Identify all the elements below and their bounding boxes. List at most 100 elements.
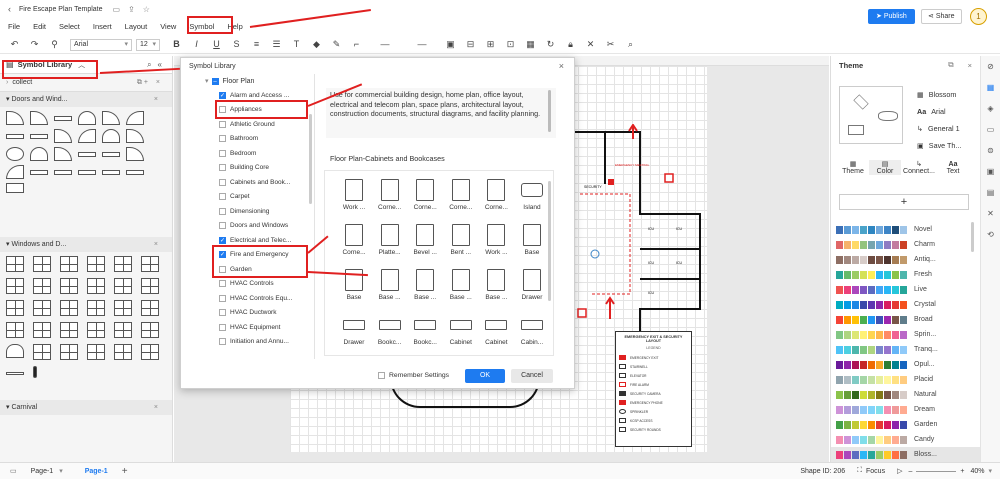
popout-icon[interactable]: ⧉ (948, 60, 953, 70)
window-shape[interactable] (114, 322, 132, 338)
color-palette[interactable]: Tranq... (831, 342, 981, 357)
ok-button[interactable]: OK (465, 369, 505, 383)
focus-icon[interactable]: ⛶ (857, 467, 862, 475)
door-shape[interactable] (102, 111, 120, 125)
category-item[interactable]: Building Core (181, 161, 314, 176)
window-shape[interactable] (141, 278, 159, 294)
table-icon[interactable]: ▤ (981, 182, 1000, 203)
tab-color[interactable]: ▤ Color (869, 160, 901, 175)
line-weight-icon[interactable]: — (409, 40, 435, 49)
window-shape[interactable] (87, 344, 105, 360)
format-painter-icon[interactable]: ⚲ (50, 40, 59, 49)
delete-icon[interactable]: ✕ (586, 40, 595, 49)
category-item[interactable]: Bedroom (181, 146, 314, 161)
checkbox[interactable] (378, 372, 385, 379)
door-shape[interactable] (78, 111, 96, 125)
category-item[interactable]: Bathroom (181, 132, 314, 147)
shape-item[interactable]: Drawer (515, 269, 549, 307)
shape-item[interactable]: Work ... (337, 179, 371, 217)
window-shape[interactable] (33, 256, 51, 272)
color-palette[interactable]: Garden (831, 417, 981, 432)
theme-option[interactable]: ▣ Save Th... (917, 137, 961, 154)
history-icon[interactable]: ⟲ (981, 224, 1000, 245)
door-shape[interactable] (30, 147, 48, 161)
color-palette[interactable]: Fresh (831, 267, 981, 282)
category-item[interactable]: Cabinets and Book... (181, 175, 314, 190)
door-shape[interactable] (126, 129, 144, 143)
data-icon[interactable]: ⊜ (981, 140, 1000, 161)
door-shape[interactable] (126, 111, 144, 125)
menu-edit[interactable]: Edit (33, 22, 46, 31)
shape-item[interactable]: Bevel ... (408, 224, 442, 262)
chevron-down-icon[interactable]: ▾ (59, 467, 63, 475)
color-palette[interactable]: Antiq... (831, 252, 981, 267)
section-carnival[interactable]: ▾ Carnival × (0, 400, 172, 415)
play-icon[interactable]: ▷ (897, 467, 902, 475)
window-shape[interactable] (87, 256, 105, 272)
window-shape[interactable] (87, 278, 105, 294)
export-icon[interactable]: ⇪ (128, 5, 135, 14)
window-shape[interactable] (87, 300, 105, 316)
arrange-icon[interactable]: ▣ (446, 40, 455, 49)
section-doors-windows[interactable]: ▾ Doors and Wind... × (0, 92, 172, 107)
document-title[interactable]: Fire Escape Plan Template (19, 6, 103, 13)
page-tab-active[interactable]: Page-1 (85, 468, 108, 475)
shape-item[interactable]: Cabin... (515, 314, 549, 352)
window-shape[interactable] (60, 322, 78, 338)
remember-settings[interactable]: Remember Settings (378, 372, 449, 379)
bold-icon[interactable]: B (172, 40, 181, 49)
connect-icon[interactable]: ✕ (981, 203, 1000, 224)
door-shape[interactable] (30, 111, 48, 125)
theme-icon[interactable]: ▦ (981, 77, 1000, 98)
shape-item[interactable]: Island (515, 179, 549, 217)
window-shape[interactable] (54, 170, 72, 175)
fill-icon[interactable]: ◆ (312, 40, 321, 49)
import-icon[interactable]: ⧉ + (137, 79, 148, 87)
door-shape[interactable] (54, 129, 72, 143)
handle-shape[interactable] (33, 366, 37, 378)
back-icon[interactable]: ‹ (8, 4, 11, 14)
search-icon[interactable]: ⌕ (147, 60, 151, 70)
shape-item[interactable]: Corne... (337, 224, 371, 262)
checkbox[interactable] (219, 193, 226, 201)
tools-icon[interactable]: ✂ (606, 40, 615, 49)
shape-item[interactable]: Bookc... (373, 314, 407, 352)
tab-text[interactable]: Aa Text (937, 161, 969, 175)
redo-icon[interactable]: ↷ (30, 40, 39, 49)
category-item[interactable]: HVAC Controls (181, 277, 314, 292)
style-icon[interactable]: ⊘ (981, 56, 1000, 77)
checkbox[interactable] (219, 178, 226, 186)
add-page-icon[interactable]: + (122, 466, 128, 477)
window-shape[interactable] (126, 170, 144, 175)
color-palette[interactable]: Dream (831, 402, 981, 417)
theme-option[interactable]: ↳ General 1 (917, 120, 961, 137)
image-icon[interactable]: ▣ (981, 161, 1000, 182)
window-shape[interactable] (60, 300, 78, 316)
star-icon[interactable]: ☆ (143, 5, 150, 14)
chevron-down-icon[interactable]: ▾ (988, 467, 992, 475)
italic-icon[interactable]: I (192, 40, 201, 49)
color-palette[interactable]: Candy (831, 432, 981, 447)
window-shape[interactable] (141, 322, 159, 338)
theme-preview[interactable] (839, 86, 903, 144)
menu-file[interactable]: File (8, 22, 20, 31)
close-icon[interactable]: × (154, 400, 158, 415)
tab-connector[interactable]: ↳ Connect... (901, 160, 937, 175)
size-icon[interactable]: ⊡ (506, 40, 515, 49)
checkbox[interactable] (219, 309, 226, 317)
checkbox[interactable] (219, 164, 226, 172)
category-item[interactable]: HVAC Ductwork (181, 306, 314, 321)
theme-option[interactable]: ▦ Blossom (917, 86, 961, 103)
door-shape[interactable] (6, 165, 24, 179)
zoom-level[interactable]: 40% (970, 468, 984, 475)
checkbox[interactable] (219, 135, 226, 143)
shape-item[interactable]: Base ... (408, 269, 442, 307)
color-palette[interactable]: Opul... (831, 357, 981, 372)
shape-item[interactable]: Base ... (373, 269, 407, 307)
checked-checkbox-icon[interactable]: ✓ (219, 91, 226, 99)
connector-icon[interactable]: ⌐ (352, 40, 361, 49)
category-item[interactable]: Initiation and Annu... (181, 335, 314, 350)
menu-select[interactable]: Select (59, 22, 80, 31)
distribute-icon[interactable]: ⊞ (486, 40, 495, 49)
checked-checkbox-icon[interactable]: ✓ (219, 236, 226, 244)
